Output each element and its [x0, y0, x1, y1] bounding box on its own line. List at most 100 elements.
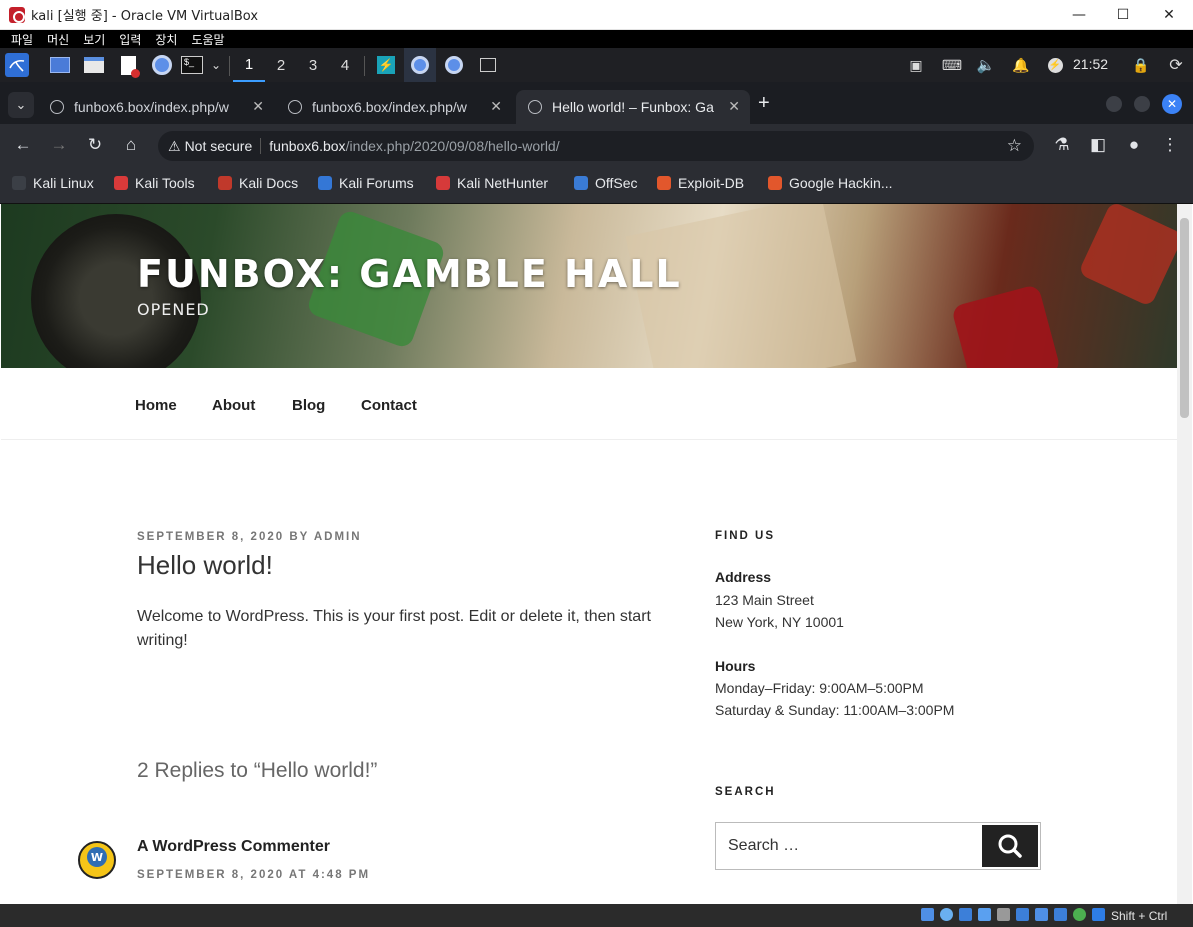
notification-bell-icon[interactable]: 🔔: [1009, 53, 1033, 77]
hard-disk-icon[interactable]: [921, 908, 934, 921]
warning-icon[interactable]: ⚠: [168, 138, 181, 155]
volume-icon[interactable]: 🔈: [974, 53, 998, 77]
close-tab-icon[interactable]: ✕: [252, 98, 264, 115]
bookmark-kali-tools[interactable]: Kali Tools: [114, 175, 195, 191]
comment-author[interactable]: A WordPress Commenter: [137, 838, 330, 856]
show-desktop-icon[interactable]: [48, 53, 72, 77]
virtualbox-menubar: 파일 머신 보기 입력 장치 도움말: [0, 30, 1193, 48]
menu-machine[interactable]: 머신: [47, 31, 69, 48]
workspace-2[interactable]: 2: [265, 48, 297, 82]
url-path: /index.php/2020/09/08/hello-world/: [345, 138, 560, 154]
window-maximize-dot[interactable]: [1134, 96, 1150, 112]
text-editor-icon[interactable]: [116, 53, 140, 78]
power-icon[interactable]: ⚡: [1043, 53, 1067, 77]
recording-icon[interactable]: [1054, 908, 1067, 921]
chevron-down-icon[interactable]: ⌄: [204, 53, 228, 77]
browser-tabstrip: ⌄ funbox6.box/index.php/w ✕ funbox6.box/…: [0, 82, 1193, 124]
tab-3-active[interactable]: Hello world! – Funbox: Ga ✕: [516, 90, 750, 124]
window-minimize-dot[interactable]: [1106, 96, 1122, 112]
display-icon[interactable]: [1035, 908, 1048, 921]
mouse-integration-icon[interactable]: [1092, 908, 1105, 921]
shared-folders-icon[interactable]: [1016, 908, 1029, 921]
minimize-button[interactable]: —: [1056, 0, 1102, 30]
logout-icon[interactable]: ⟳: [1164, 53, 1188, 77]
new-tab-button[interactable]: +: [758, 92, 770, 115]
search-icon: [998, 834, 1022, 858]
scrollbar-thumb[interactable]: [1180, 218, 1189, 418]
menu-file[interactable]: 파일: [11, 31, 33, 48]
menu-help[interactable]: 도움말: [191, 31, 224, 48]
post-title[interactable]: Hello world!: [137, 550, 273, 581]
search-heading: SEARCH: [715, 786, 776, 798]
workspace-4[interactable]: 4: [329, 48, 361, 82]
site-title[interactable]: FUNBOX: GAMBLE HALL: [137, 252, 682, 296]
usb-icon[interactable]: [997, 908, 1010, 921]
menu-devices[interactable]: 장치: [155, 31, 177, 48]
post-meta[interactable]: SEPTEMBER 8, 2020 BY ADMIN: [137, 531, 362, 543]
home-icon[interactable]: ⌂: [120, 136, 142, 154]
cpu-activity-icon[interactable]: [1073, 908, 1086, 921]
app-icon[interactable]: ⚡: [374, 53, 398, 77]
workspace-3[interactable]: 3: [297, 48, 329, 82]
clock: 21:52: [1073, 56, 1109, 72]
svg-text:W: W: [91, 851, 103, 864]
terminal-window-icon[interactable]: [476, 53, 500, 77]
bookmark-kali-nethunter[interactable]: Kali NetHunter: [436, 175, 548, 191]
more-menu-icon[interactable]: ⋮: [1159, 136, 1181, 154]
profile-icon[interactable]: ●: [1123, 136, 1145, 154]
nav-contact[interactable]: Contact: [361, 397, 417, 414]
nav-about[interactable]: About: [212, 397, 255, 414]
network-adapter-icon[interactable]: [978, 908, 991, 921]
bookmark-kali-linux[interactable]: Kali Linux: [12, 175, 94, 191]
close-tab-icon[interactable]: ✕: [728, 98, 740, 115]
side-panel-icon[interactable]: ◧: [1087, 136, 1109, 154]
find-us-heading: FIND US: [715, 530, 775, 542]
security-label[interactable]: Not secure: [185, 138, 253, 154]
kali-top-panel: $_ ⌄ ⚡ ▣ ⌨ 🔈 🔔 ⚡ 🔒 ⟳: [0, 48, 1193, 82]
close-tab-icon[interactable]: ✕: [490, 98, 502, 115]
address-bar[interactable]: ⚠ Not secure funbox6.box/index.php/2020/…: [158, 131, 1034, 161]
globe-icon: [528, 100, 542, 114]
reload-icon[interactable]: ↻: [84, 136, 106, 154]
nav-home[interactable]: Home: [135, 397, 177, 414]
maximize-button[interactable]: ☐: [1100, 0, 1146, 30]
address-label: Address: [715, 569, 772, 585]
optical-drive-icon[interactable]: [940, 908, 953, 921]
back-arrow-icon[interactable]: ←: [12, 136, 34, 154]
bookmark-kali-forums[interactable]: Kali Forums: [318, 175, 414, 191]
chromium-icon[interactable]: [150, 53, 174, 77]
search-input[interactable]: Search …: [715, 822, 1041, 870]
menu-input[interactable]: 입력: [119, 31, 141, 48]
address-line-1: 123 Main Street: [715, 592, 814, 608]
tab-2[interactable]: funbox6.box/index.php/w ✕: [276, 90, 512, 124]
network-icon[interactable]: ▣: [904, 53, 928, 77]
close-button[interactable]: ✕: [1146, 0, 1192, 30]
audio-icon[interactable]: [959, 908, 972, 921]
address-line-2: New York, NY 10001: [715, 614, 844, 630]
workspace-1[interactable]: 1: [233, 48, 265, 82]
nav-blog[interactable]: Blog: [292, 397, 325, 414]
search-button[interactable]: [982, 825, 1038, 867]
bookmark-exploit-db[interactable]: Exploit-DB: [657, 175, 744, 191]
chromium-window-icon[interactable]: [404, 48, 436, 82]
chromium-window2-icon[interactable]: [442, 53, 466, 77]
lock-icon[interactable]: 🔒: [1129, 53, 1153, 77]
bookmark-star-icon[interactable]: ☆: [1007, 136, 1022, 156]
window-close-icon[interactable]: ✕: [1162, 94, 1182, 114]
comment-date[interactable]: SEPTEMBER 8, 2020 AT 4:48 PM: [137, 869, 370, 881]
labs-flask-icon[interactable]: ⚗: [1051, 136, 1073, 154]
tab-1[interactable]: funbox6.box/index.php/w ✕: [38, 90, 274, 124]
main-navigation: Home About Blog Contact: [1, 368, 1177, 440]
forward-arrow-icon[interactable]: →: [48, 136, 70, 154]
window-title-bar: kali [실행 중] - Oracle VM VirtualBox — ☐ ✕: [0, 0, 1193, 30]
bookmark-offsec[interactable]: OffSec: [574, 175, 638, 191]
terminal-icon[interactable]: $_: [180, 53, 204, 77]
keyboard-icon[interactable]: ⌨: [940, 53, 964, 77]
file-manager-icon[interactable]: [82, 53, 106, 77]
tab-search-icon[interactable]: ⌄: [8, 92, 34, 118]
kali-menu-icon[interactable]: [5, 53, 29, 77]
menu-view[interactable]: 보기: [83, 31, 105, 48]
bookmark-google-hacking[interactable]: Google Hackin...: [768, 175, 893, 191]
page-scrollbar[interactable]: [1177, 204, 1192, 904]
bookmark-kali-docs[interactable]: Kali Docs: [218, 175, 298, 191]
